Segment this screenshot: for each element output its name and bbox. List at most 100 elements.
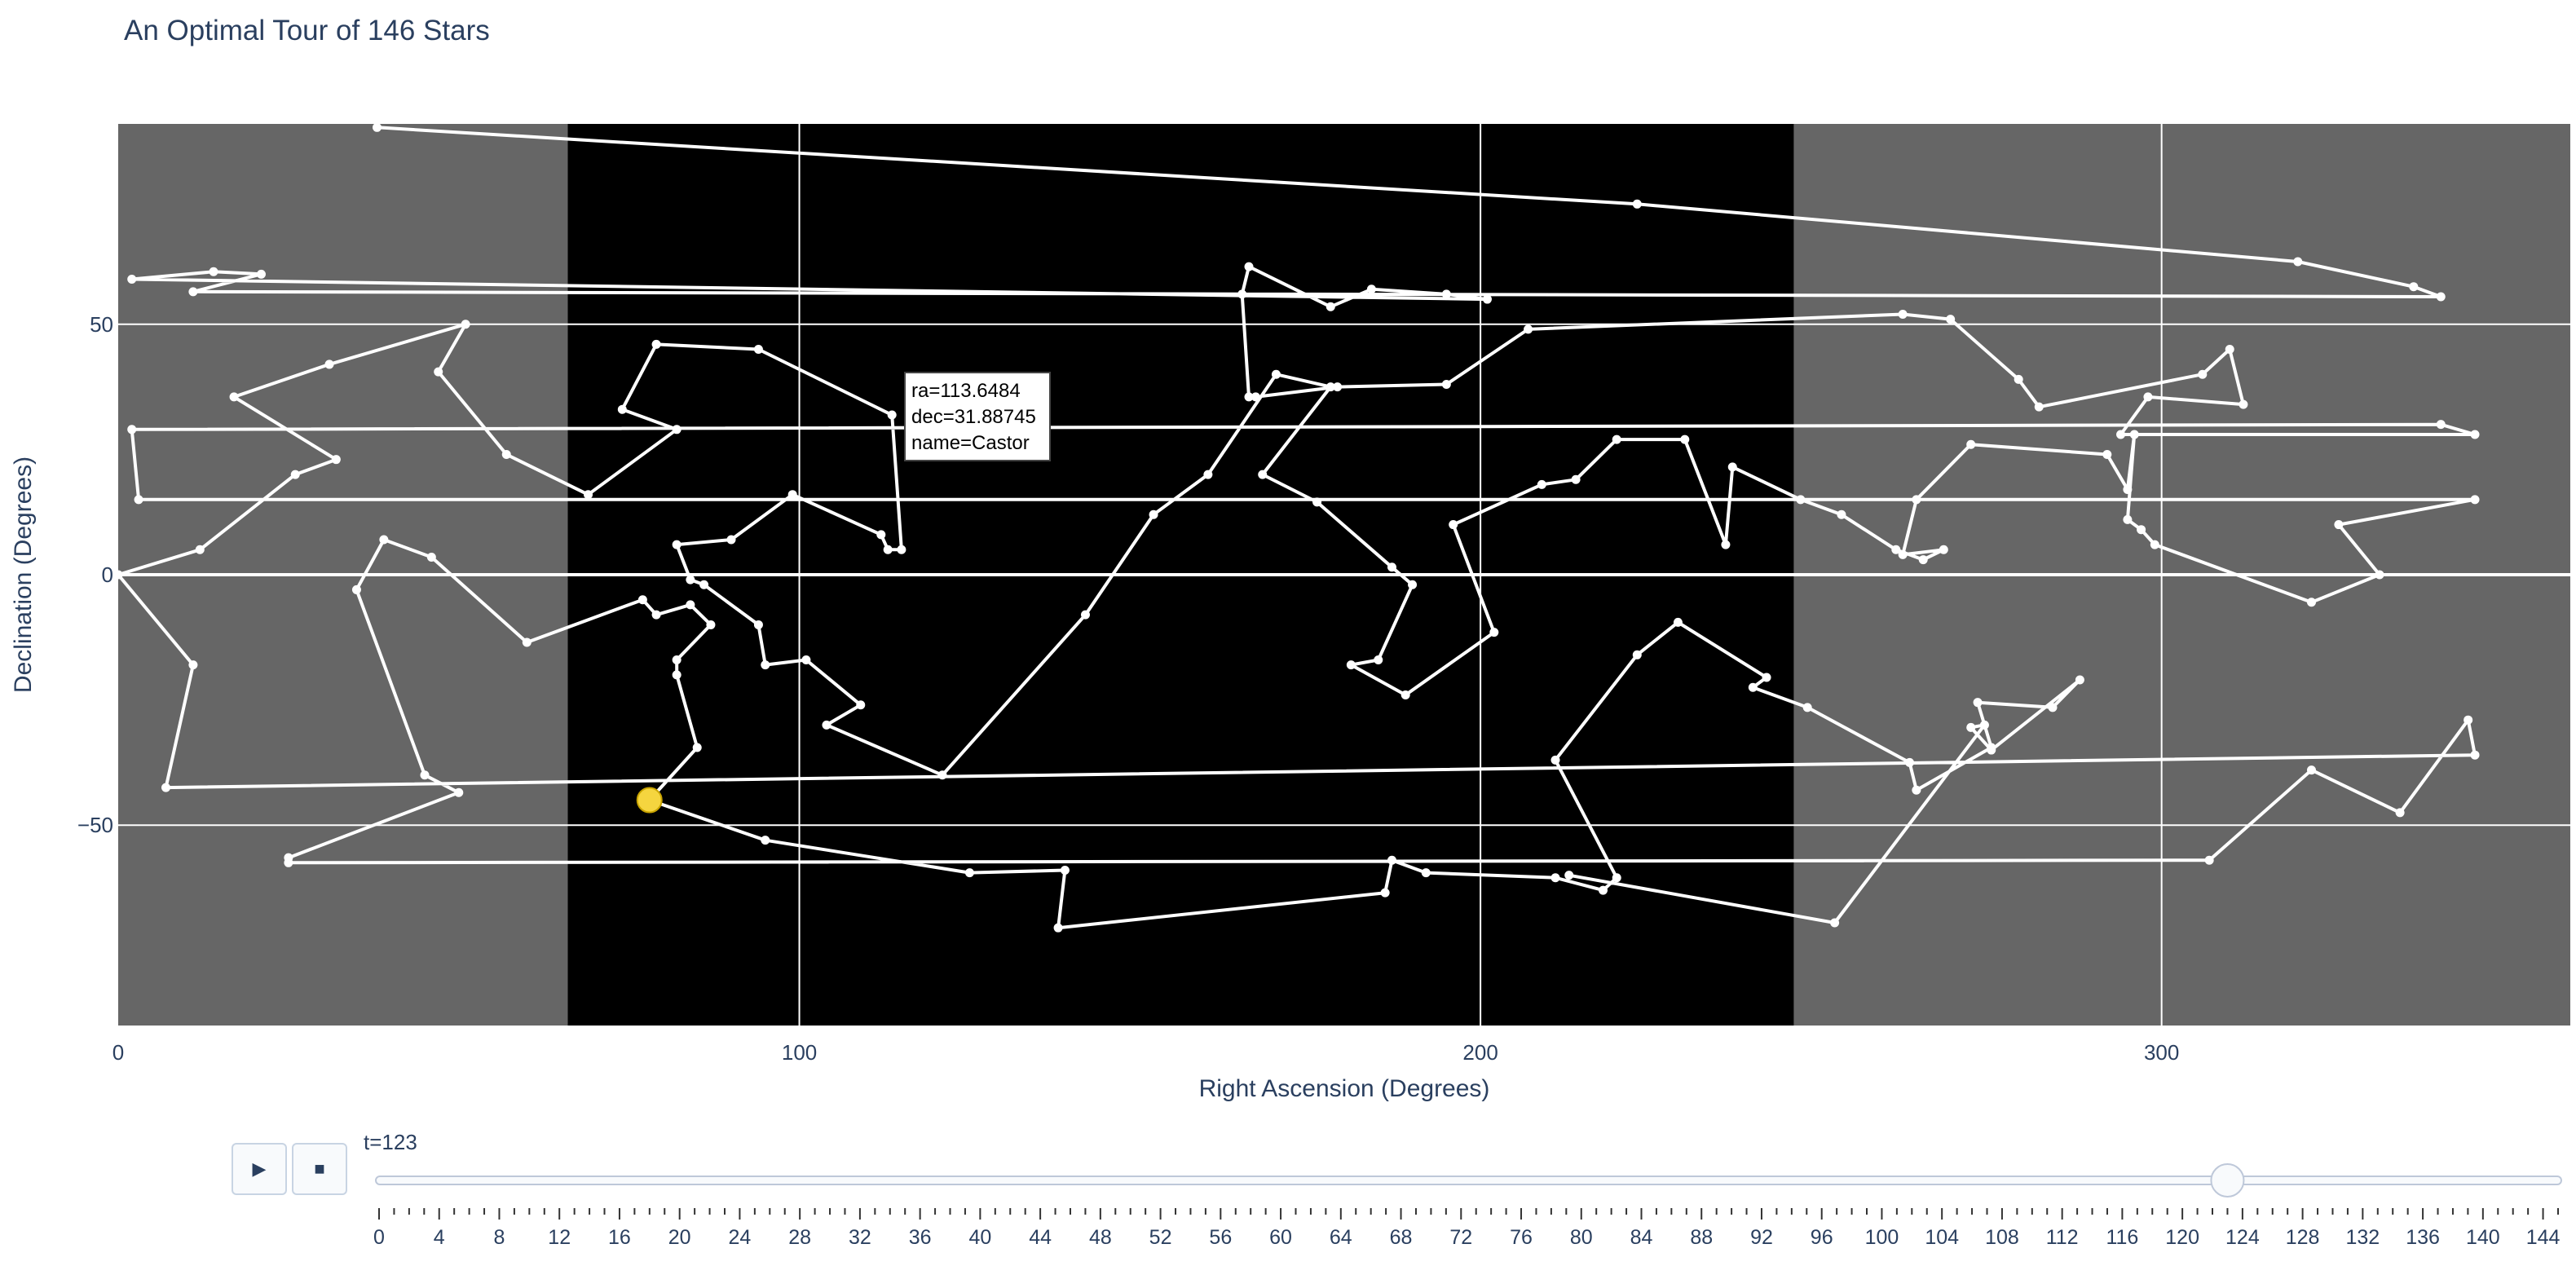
star-point [672,425,681,434]
star-point [1979,720,1989,730]
slider-tick-label: 108 [1985,1226,2019,1249]
star-point [1721,540,1731,549]
slider-tick-label: 8 [494,1226,505,1249]
star-point [706,620,716,629]
star-point [1612,873,1621,883]
star-point [2375,570,2384,580]
star-point [1918,555,1928,565]
star-point [1891,545,1901,554]
slider-tick-label: 72 [1449,1226,1472,1249]
star-point [188,660,198,670]
slider-tick-label: 92 [1750,1226,1773,1249]
star-point [964,868,974,878]
star-point [1080,610,1090,620]
star-point [1905,757,1915,767]
star-point [637,595,647,605]
slider-tick-label: 52 [1149,1226,1172,1249]
star-point [229,392,239,402]
slider-tick-label: 140 [2466,1226,2500,1249]
star-point [672,655,681,664]
star-point [2137,525,2146,535]
star-point [1571,474,1581,484]
star-point [2306,598,2316,607]
star-point [379,535,389,545]
current-star-marker [636,787,663,814]
star-point [1946,315,1956,324]
star-point [761,660,770,670]
slider-tick-label: 136 [2406,1226,2440,1249]
stop-icon: ■ [314,1158,325,1179]
star-point [617,404,627,414]
slider-tick-label: 116 [2106,1226,2138,1249]
star-point [426,552,436,562]
star-point [1053,923,1063,933]
star-point [887,410,897,420]
star-point [2436,292,2446,302]
y-axis-ticks: −50 0 50 [77,312,113,837]
star-point [937,770,947,780]
star-point [1632,199,1642,209]
star-point [2143,392,2153,402]
star-point [1325,302,1335,311]
play-button[interactable]: ▶ [232,1143,287,1195]
x-tick-label: 100 [782,1040,817,1065]
star-point [651,339,661,349]
highlight-layer [636,787,663,814]
slider-tick-label: 88 [1690,1226,1713,1249]
star-point [1802,703,1812,712]
star-point [2034,402,2044,412]
slider-tick-label: 32 [849,1226,871,1249]
star-point [1325,382,1335,392]
y-axis-title: Declination (Degrees) [10,457,37,693]
star-point [672,540,681,549]
star-point [1251,392,1260,402]
slider-tick-label: 104 [1925,1226,1959,1249]
star-point [351,584,361,594]
star-point [897,545,906,554]
star-point [1203,470,1213,479]
slider-tick-label: 40 [968,1226,991,1249]
tooltip-line: dec=31.88745 [911,406,1036,428]
star-point [1537,479,1546,489]
star-point [454,787,464,797]
star-point [726,535,736,545]
star-point [1421,868,1431,878]
star-point [2436,420,2446,430]
star-point [1366,285,1376,294]
star-point [127,425,137,434]
star-point [284,853,293,862]
slider-tick-label: 68 [1390,1226,1413,1249]
star-point [1380,888,1390,898]
star-point [1312,497,1322,507]
star-point [1762,673,1771,682]
star-point [290,470,300,479]
star-point [522,637,532,647]
x-tick-label: 200 [1462,1040,1498,1065]
star-point [209,267,218,276]
stop-button[interactable]: ■ [292,1143,347,1195]
x-axis-title: Right Ascension (Degrees) [1199,1075,1490,1102]
star-point [2150,540,2159,549]
star-point [2293,257,2303,267]
star-point [1060,866,1070,876]
star-point [686,575,695,584]
slider-tick-label: 48 [1089,1226,1112,1249]
slider-tick-label: 144 [2526,1226,2561,1249]
star-point [2470,750,2480,760]
star-point [2470,430,2480,439]
star-point [1748,682,1758,692]
star-point [2409,282,2419,292]
star-point [2470,495,2480,505]
star-point [584,490,593,500]
star-point [1837,509,1846,519]
star-point [692,743,702,752]
star-point [1966,722,1976,732]
star-point [856,700,866,710]
star-point [1271,369,1281,379]
slider-tick-label: 4 [434,1226,445,1249]
slider-tick-label: 100 [1865,1226,1899,1249]
star-point [1441,380,1451,390]
slider-handle[interactable] [2210,1163,2245,1198]
star-point [461,320,470,329]
star-point [883,545,893,554]
